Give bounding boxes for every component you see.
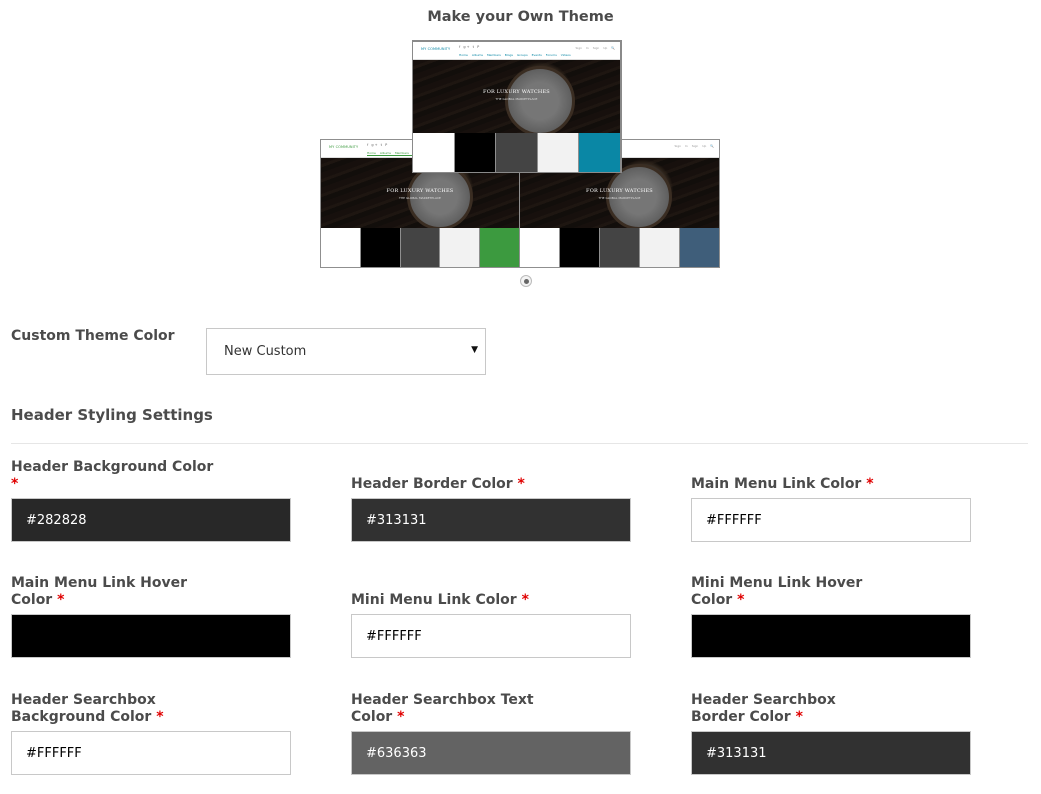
required-marker: * [866,476,874,492]
swatch [579,133,620,172]
swatch [496,133,538,172]
color-swatches [413,133,620,172]
divider [11,443,1028,444]
page-title: Make your Own Theme [427,9,614,25]
header-border-color-input[interactable]: #313131 [351,498,631,542]
preview-hero-title: FOR LUXURY WATCHES [386,188,454,194]
preview-hero-image: FOR LUXURY WATCHES THE GLOBAL MARKETPLAC… [413,60,620,133]
swatch [680,228,719,267]
field-label-mini-menu-link-hover-color: Mini Menu Link Hover Color * [691,575,863,608]
section-title: Header Styling Settings [11,406,213,424]
preview-social-icons: f g+ t P [367,143,389,147]
field-label-header-searchbox-text-color: Header Searchbox Text Color * [351,692,534,725]
required-marker: * [11,476,19,492]
header-background-color-input[interactable]: #282828 [11,498,291,542]
swatch [600,228,640,267]
swatch [321,228,361,267]
custom-theme-color-label: Custom Theme Color [11,328,175,344]
required-marker: * [517,476,525,492]
field-label-mini-menu-link-color: Mini Menu Link Color * [351,592,529,608]
color-swatches [520,228,719,267]
preview-hero-title: FOR LUXURY WATCHES [483,89,550,95]
swatch [560,228,600,267]
chevron-down-icon: ▼ [471,345,478,355]
preview-hero-subtitle: THE GLOBAL MARKETPLACE [598,196,641,200]
required-marker: * [737,592,745,608]
color-swatches [321,228,519,267]
preview-logo: MY COMMUNITY [421,47,451,51]
swatch [537,133,580,172]
header-searchbox-border-color-input[interactable]: #313131 [691,731,971,775]
preview-social-icons: f g+ t P [459,45,481,49]
required-marker: * [156,709,164,725]
mini-menu-link-hover-color-input[interactable]: #000000 [691,614,971,658]
main-menu-link-color-input[interactable]: #FFFFFF [691,498,971,542]
required-marker: * [397,709,405,725]
required-marker: * [57,592,65,608]
swatch [520,228,560,267]
header-searchbox-text-color-input[interactable]: #636363 [351,731,631,775]
preview-hero-subtitle: THE GLOBAL MARKETPLACE [399,196,441,200]
theme-preview-1[interactable]: MY COMMUNITY f g+ t P Home Albums Member… [412,40,622,173]
required-marker: * [795,709,803,725]
preview-header: MY COMMUNITY f g+ t P Home Albums Member… [413,42,620,60]
required-marker: * [521,592,529,608]
preview-hero-title: FOR LUXURY WATCHES [586,188,653,194]
swatch [640,228,680,267]
main-menu-link-hover-color-input[interactable]: #000000 [11,614,291,658]
preview-right-links: Sign In Sign Up 🔍 [674,144,714,148]
swatch [360,228,401,267]
custom-theme-select[interactable]: New Custom ▼ [206,328,486,375]
field-label-header-searchbox-background-color: Header Searchbox Background Color * [11,692,164,725]
mini-menu-link-color-input[interactable]: #FFFFFF [351,614,631,658]
header-searchbox-background-color-input[interactable]: #FFFFFF [11,731,291,775]
field-label-header-border-color: Header Border Color * [351,476,525,492]
preview-nav: Home Albums Members Blogs Groups Events … [459,53,571,57]
field-label-header-background-color: Header Background Color * [11,459,214,492]
preview-logo: MY COMMUNITY [329,145,359,149]
carousel-indicator-radio[interactable] [520,275,532,287]
swatch [400,228,441,267]
swatch [440,228,481,267]
field-label-main-menu-link-hover-color: Main Menu Link Hover Color * [11,575,187,608]
swatch [413,133,455,172]
preview-hero-subtitle: THE GLOBAL MARKETPLACE [495,97,538,101]
swatch [480,228,519,267]
swatch [454,133,497,172]
preview-right-links: Sign In Sign Up 🔍 [575,46,615,50]
field-label-main-menu-link-color: Main Menu Link Color * [691,476,874,492]
select-value: New Custom [224,344,307,359]
field-label-header-searchbox-border-color: Header Searchbox Border Color * [691,692,836,725]
